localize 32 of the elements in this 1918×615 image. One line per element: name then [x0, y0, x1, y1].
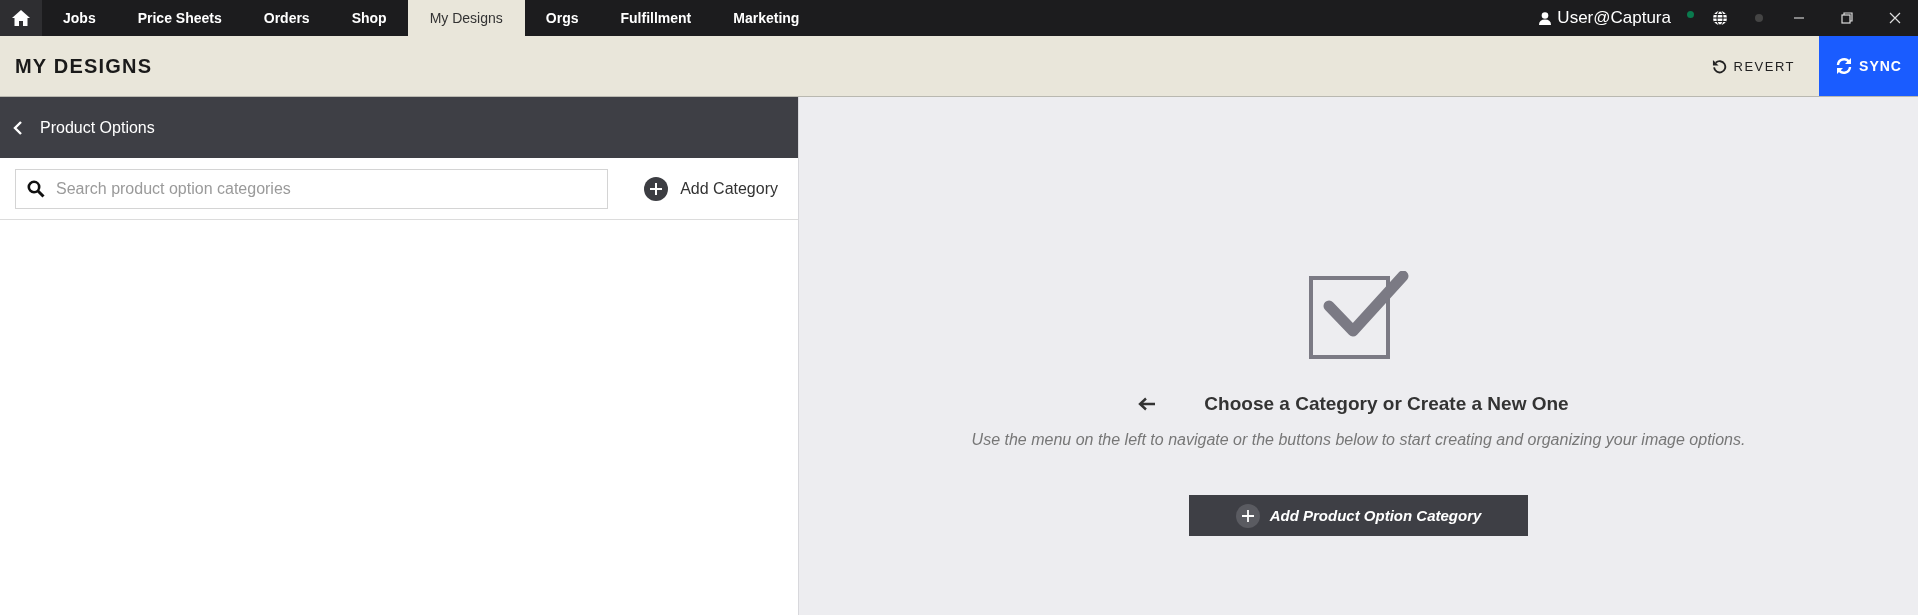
home-button[interactable]: [0, 0, 42, 36]
nav-tab[interactable]: Orgs: [524, 0, 600, 36]
panel-title: Product Options: [40, 118, 155, 137]
nav-tab[interactable]: Jobs: [42, 0, 117, 36]
nav-tab[interactable]: Orders: [242, 0, 331, 36]
user-icon: [1539, 11, 1552, 25]
user-name[interactable]: User@Captura: [1557, 8, 1671, 28]
sync-button[interactable]: SYNC: [1819, 36, 1918, 96]
add-category-button[interactable]: Add Category: [638, 175, 784, 202]
empty-state-title: Choose a Category or Create a New One: [1204, 393, 1569, 415]
restore-icon[interactable]: [1841, 12, 1853, 24]
empty-state-description: Use the menu on the left to navigate or the buttons below to start creating and organizing your image options.: [971, 431, 1746, 449]
indicator-dot: [1755, 14, 1763, 22]
globe-icon[interactable]: [1712, 10, 1728, 26]
nav-tab[interactable]: Marketing: [712, 0, 821, 36]
home-icon: [12, 10, 30, 26]
add-option-category-button[interactable]: Add Product Option Category: [1189, 495, 1528, 536]
nav-tab[interactable]: My Designs: [407, 0, 525, 36]
sync-icon: [1835, 57, 1854, 75]
arrow-left-icon: [1138, 397, 1157, 411]
page-title: MY DESIGNS: [15, 54, 153, 78]
revert-button[interactable]: REVERT: [1705, 57, 1801, 75]
nav-tab[interactable]: Fulfillment: [599, 0, 713, 36]
close-icon[interactable]: [1889, 12, 1901, 24]
plus-circle-icon: [644, 176, 669, 201]
back-icon[interactable]: [12, 119, 24, 136]
checkbox-icon: [1307, 271, 1410, 361]
plus-circle-icon: [1235, 503, 1260, 528]
nav-tab[interactable]: Price Sheets: [116, 0, 243, 36]
undo-icon: [1711, 58, 1727, 74]
search-field[interactable]: Search product option categories: [15, 168, 608, 209]
nav-tab[interactable]: Shop: [330, 0, 408, 36]
